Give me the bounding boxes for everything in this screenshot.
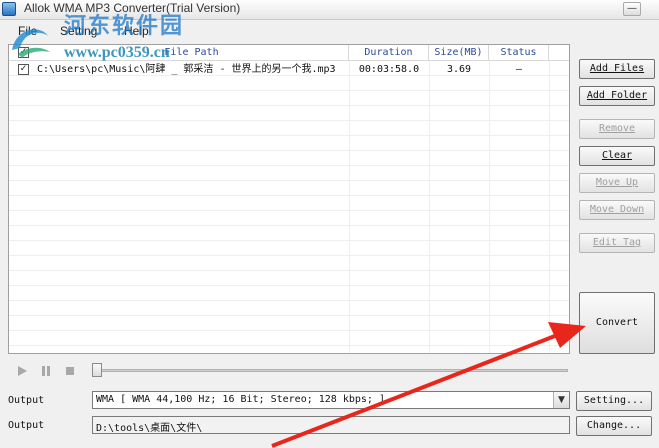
output-format-select[interactable]: WMA [ WMA 44,100 Hz; 16 Bit; Stereo; 128…	[92, 391, 570, 409]
output-format-label: Output	[8, 395, 45, 406]
column-header-status[interactable]: Status	[489, 45, 549, 61]
remove-button[interactable]: Remove	[579, 119, 655, 139]
move-down-button[interactable]: Move Down	[579, 200, 655, 220]
column-divider	[429, 61, 430, 353]
column-header-duration[interactable]: Duration	[349, 45, 429, 61]
watermark-text: 河东软件园	[64, 13, 185, 38]
seek-slider-thumb[interactable]	[92, 363, 102, 377]
row-status: —	[515, 64, 523, 75]
pause-icon[interactable]	[40, 365, 52, 377]
row-duration: 00:03:58.0	[358, 64, 420, 75]
row-size: 3.69	[446, 64, 472, 75]
move-up-button[interactable]: Move Up	[579, 173, 655, 193]
change-button[interactable]: Change...	[576, 416, 652, 436]
column-header-size[interactable]: Size(MB)	[429, 45, 489, 61]
app-icon	[2, 2, 16, 16]
convert-button[interactable]: Convert	[579, 292, 655, 354]
swirl-logo-icon	[12, 29, 50, 58]
player-controls	[8, 360, 570, 382]
seek-track[interactable]	[94, 369, 568, 372]
setting-button[interactable]: Setting...	[576, 391, 652, 411]
output-format-value: WMA [ WMA 44,100 Hz; 16 Bit; Stereo; 128…	[96, 394, 385, 405]
column-divider	[489, 61, 490, 353]
file-list[interactable]: ✓ File Path Duration Size(MB) Status ✓ C…	[8, 44, 570, 354]
output-path-field[interactable]: D:\tools\桌面\文件\	[92, 416, 570, 434]
add-files-button[interactable]: Add Files	[579, 59, 655, 79]
table-row[interactable]: ✓ C:\Users\pc\Music\阿肆 _ 郭采洁 - 世界上的另一个我.…	[9, 62, 569, 77]
add-folder-button[interactable]: Add Folder	[579, 86, 655, 106]
clear-button[interactable]: Clear	[579, 146, 655, 166]
output-path-value: D:\tools\桌面\文件\	[96, 423, 203, 434]
column-divider	[349, 61, 350, 353]
row-checkbox[interactable]: ✓	[18, 64, 29, 75]
edit-tag-button[interactable]: Edit Tag	[579, 233, 655, 253]
column-divider	[549, 61, 550, 353]
play-icon[interactable]	[16, 365, 28, 377]
stop-icon[interactable]	[64, 365, 76, 377]
chevron-down-icon[interactable]: ▼	[553, 392, 569, 408]
row-file-path: C:\Users\pc\Music\阿肆 _ 郭采洁 - 世界上的另一个我.mp…	[37, 64, 336, 75]
output-path-label: Output	[8, 420, 45, 431]
watermark-url: www.pc0359.cn	[64, 44, 170, 61]
minimize-button[interactable]: —	[623, 2, 641, 16]
